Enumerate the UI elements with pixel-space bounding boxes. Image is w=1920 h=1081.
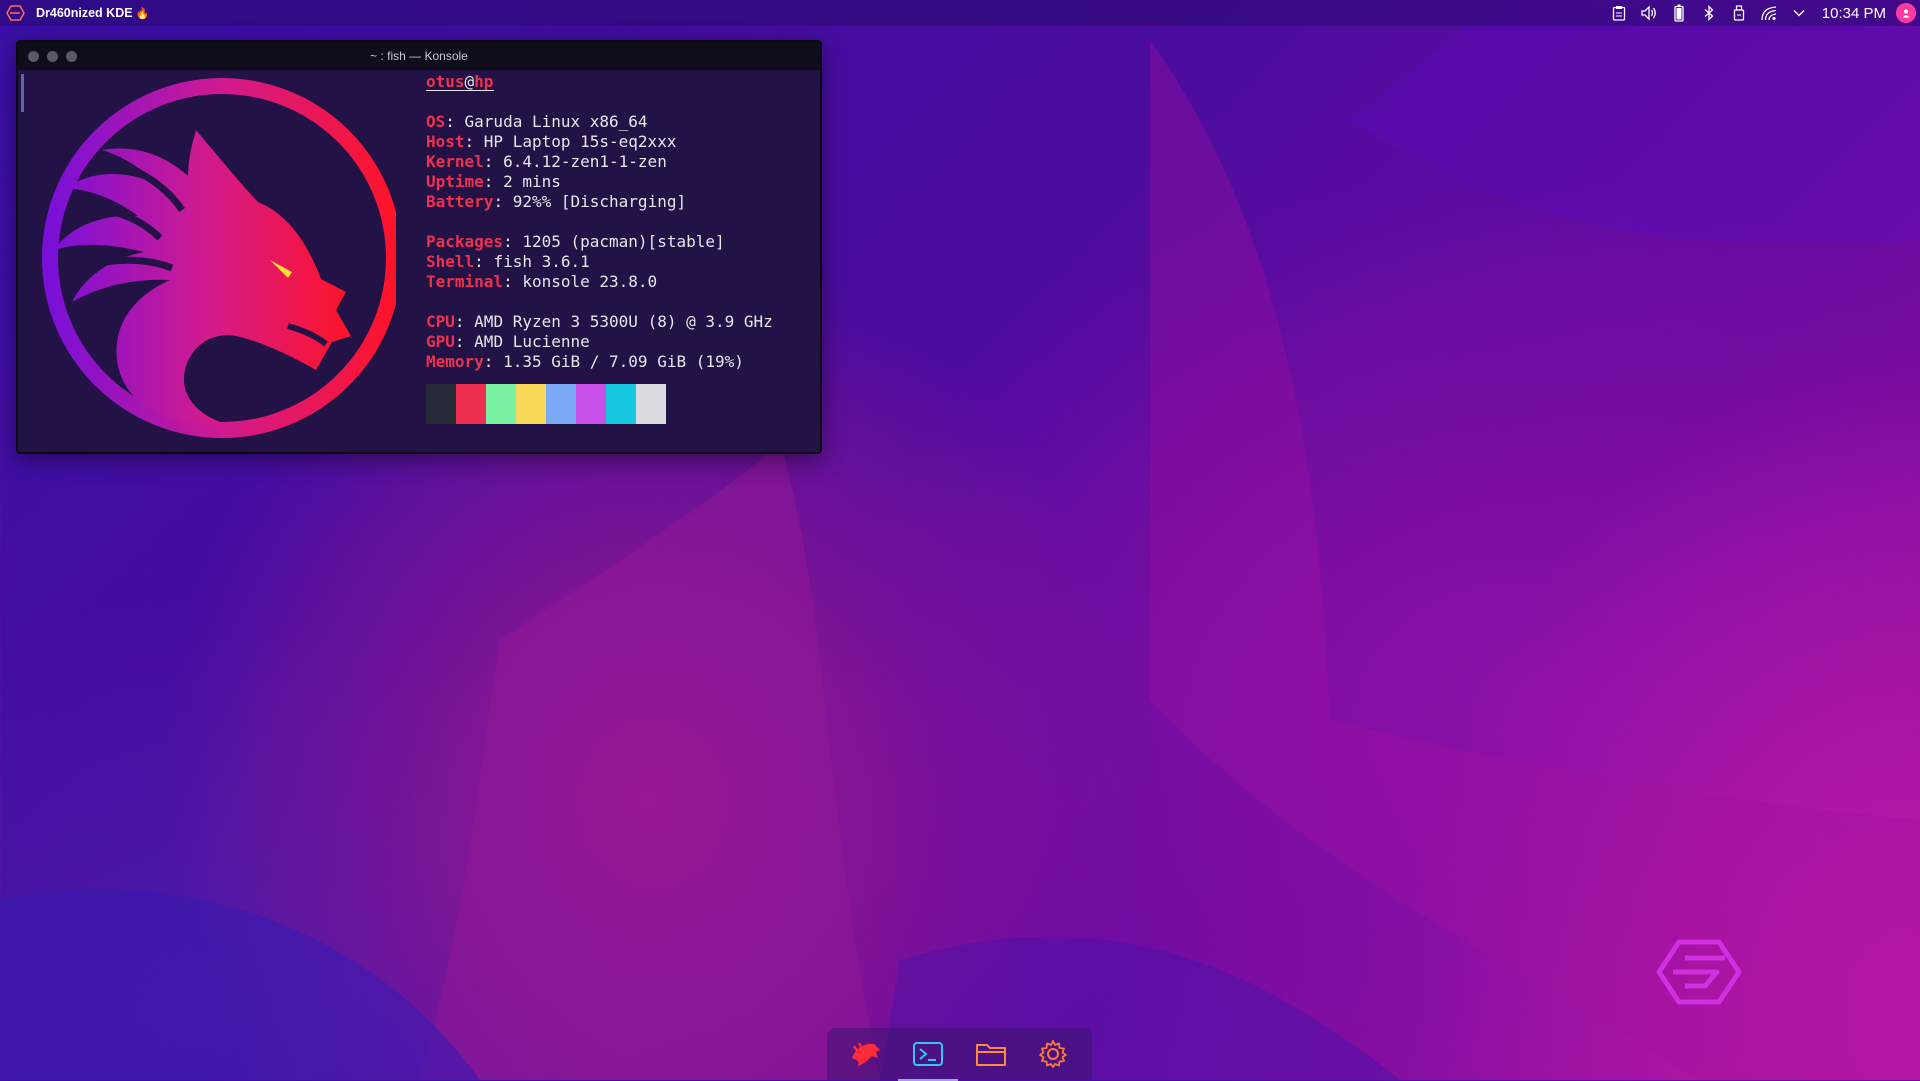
hostname: hp	[474, 72, 494, 91]
garuda-launcher-icon[interactable]	[844, 1032, 888, 1076]
info-row-uptime: Uptime: 2 mins	[426, 172, 773, 192]
clipboard-icon[interactable]	[1608, 2, 1630, 24]
terminal-area[interactable]: otus@hp OS: Garuda Linux x86_64 Host: HP…	[18, 70, 820, 452]
chevron-down-icon[interactable]	[1788, 2, 1810, 24]
color-swatch	[546, 384, 576, 424]
at-sign: @	[464, 72, 475, 91]
info-key: Host	[426, 132, 465, 151]
info-key: Memory	[426, 352, 484, 371]
color-swatch	[606, 384, 636, 424]
color-swatch	[576, 384, 606, 424]
info-value: : konsole 23.8.0	[503, 272, 658, 291]
window-titlebar[interactable]: ~ : fish — Konsole	[18, 42, 820, 70]
info-value: : 2 mins	[483, 172, 561, 191]
top-panel: Dr460nized KDE 🔥 10:34 PM	[0, 0, 1920, 26]
info-value: : 6.4.12-zen1-1-zen	[483, 152, 667, 171]
username: otus	[426, 72, 465, 91]
info-key: CPU	[426, 312, 455, 331]
info-row-shell: Shell: fish 3.6.1	[426, 252, 773, 272]
color-swatch	[516, 384, 546, 424]
folder-icon[interactable]	[969, 1032, 1013, 1076]
info-key: Kernel	[426, 152, 484, 171]
color-swatch	[486, 384, 516, 424]
bluetooth-icon[interactable]	[1698, 2, 1720, 24]
info-key: Packages	[426, 232, 504, 251]
garuda-menu-icon[interactable]	[2, 0, 28, 26]
info-value: : 1205 (pacman)[stable]	[503, 232, 725, 251]
info-key: Uptime	[426, 172, 484, 191]
info-row-battery: Battery: 92%% [Discharging]	[426, 192, 773, 212]
clock[interactable]: 10:34 PM	[1822, 5, 1886, 22]
color-palette	[426, 384, 773, 424]
info-row-host: Host: HP Laptop 15s-eq2xxx	[426, 132, 773, 152]
network-icon[interactable]	[1758, 2, 1780, 24]
info-value: : fish 3.6.1	[474, 252, 590, 271]
usb-device-icon[interactable]	[1728, 2, 1750, 24]
info-value: : HP Laptop 15s-eq2xxx	[464, 132, 677, 151]
garuda-dragon-logo	[42, 78, 396, 438]
neofetch-output: otus@hp OS: Garuda Linux x86_64 Host: HP…	[426, 72, 773, 424]
battery-icon[interactable]	[1668, 2, 1690, 24]
settings-gear-icon[interactable]	[1031, 1032, 1075, 1076]
info-row-packages: Packages: 1205 (pacman)[stable]	[426, 232, 773, 252]
konsole-window[interactable]: ~ : fish — Konsole otus@hp OS: Garuda Li…	[16, 40, 822, 454]
info-value: : 92%% [Discharging]	[493, 192, 687, 211]
info-value: : Garuda Linux x86_64	[445, 112, 648, 131]
system-tray: 10:34 PM	[1604, 0, 1920, 26]
info-key: Terminal	[426, 272, 504, 291]
info-value: : AMD Lucienne	[454, 332, 590, 351]
window-title: ~ : fish — Konsole	[370, 49, 468, 63]
user-avatar[interactable]	[1896, 3, 1916, 23]
info-row-cpu: CPU: AMD Ryzen 3 5300U (8) @ 3.9 GHz	[426, 312, 773, 332]
info-row-kernel: Kernel: 6.4.12-zen1-1-zen	[426, 152, 773, 172]
info-value: : AMD Ryzen 3 5300U (8) @ 3.9 GHz	[454, 312, 773, 331]
active-app-title: Dr460nized KDE	[36, 6, 133, 20]
terminal-cursor	[21, 74, 24, 112]
dock-panel	[827, 1028, 1092, 1081]
info-key: GPU	[426, 332, 455, 351]
info-value: : 1.35 GiB / 7.09 GiB (19%)	[483, 352, 744, 371]
volume-icon[interactable]	[1638, 2, 1660, 24]
info-key: OS	[426, 112, 446, 131]
info-key: Battery	[426, 192, 494, 211]
info-row-terminal: Terminal: konsole 23.8.0	[426, 272, 773, 292]
color-swatch	[456, 384, 486, 424]
user-host-line: otus@hp	[426, 72, 773, 92]
separator-line	[426, 90, 494, 91]
info-row-os: OS: Garuda Linux x86_64	[426, 112, 773, 132]
info-row-gpu: GPU: AMD Lucienne	[426, 332, 773, 352]
garuda-watermark-logo	[1656, 939, 1742, 1005]
color-swatch	[636, 384, 666, 424]
color-swatch	[426, 384, 456, 424]
info-row-memory: Memory: 1.35 GiB / 7.09 GiB (19%)	[426, 352, 773, 372]
flame-icon: 🔥	[135, 7, 150, 20]
info-key: Shell	[426, 252, 475, 271]
terminal-icon[interactable]	[898, 1032, 959, 1081]
